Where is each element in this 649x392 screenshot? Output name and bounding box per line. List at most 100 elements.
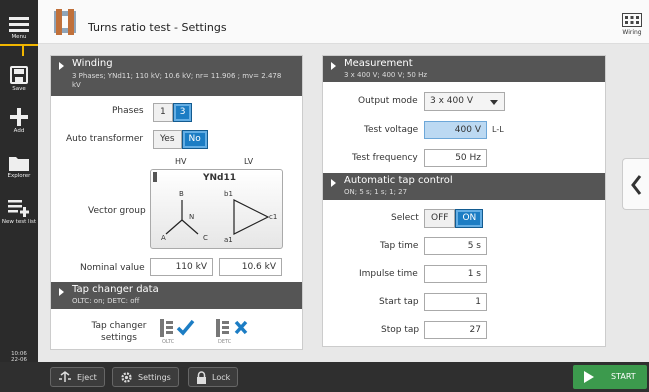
auto-no-option[interactable]: No <box>181 130 208 149</box>
nominal-lv-field[interactable]: 10.6 kV <box>219 258 282 276</box>
diagram-label-a1: a1 <box>224 236 233 244</box>
add-button[interactable]: Add <box>0 108 38 134</box>
settings-label: Settings <box>138 372 171 382</box>
tap-time-label: Tap time <box>380 241 419 251</box>
stop-tap-field[interactable]: 27 <box>424 321 487 339</box>
eject-icon <box>59 371 71 382</box>
vector-group-diagram[interactable]: YNd11 B N A C b1 c1 a1 <box>150 169 283 249</box>
impulse-time-field[interactable]: 1 s <box>424 265 487 283</box>
atc-off-option[interactable]: OFF <box>424 209 456 228</box>
auto-transformer-label: Auto transformer <box>66 134 144 144</box>
test-voltage-label: Test voltage <box>364 125 419 135</box>
transformer-icon <box>54 9 76 35</box>
output-mode-select[interactable]: 3 x 400 V <box>424 92 505 111</box>
test-frequency-label: Test frequency <box>352 153 418 163</box>
detc-button[interactable]: DETC <box>214 317 254 347</box>
tap-changer-subtitle: OLTC: on; DETC: off <box>72 297 140 305</box>
save-label: Save <box>12 86 26 92</box>
wiring-icon <box>622 13 642 27</box>
save-icon <box>10 66 28 84</box>
start-tap-label: Start tap <box>379 297 419 307</box>
atc-header[interactable]: Automatic tap control ON; 5 s; 1 s; 1; 2… <box>323 173 605 200</box>
sidebar: Menu Save Add Explorer New test list 10:… <box>0 0 38 369</box>
tap-changer-settings-label: Tap changer settings <box>91 321 147 343</box>
atc-select-toggle: OFF ON <box>424 209 484 228</box>
oltc-checked-icon <box>160 319 195 337</box>
diagram-label-c: C <box>203 234 208 242</box>
tap-time-field[interactable]: 5 s <box>424 237 487 255</box>
chevron-right-icon <box>59 62 64 70</box>
oltc-label: OLTC <box>162 339 175 345</box>
eject-button[interactable]: Eject <box>50 367 105 387</box>
measurement-subtitle: 3 x 400 V; 400 V; 50 Hz <box>344 71 428 79</box>
diagram-label-n: N <box>189 213 195 221</box>
accent-line <box>0 44 38 46</box>
save-button[interactable]: Save <box>0 66 38 92</box>
phases-label: Phases <box>112 106 144 116</box>
diagram-label-c1: c1 <box>269 213 278 221</box>
atc-subtitle: ON; 5 s; 1 s; 1; 27 <box>344 188 408 196</box>
chevron-right-icon <box>331 179 336 187</box>
menu-label: Menu <box>11 34 27 40</box>
eject-label: Eject <box>77 372 97 382</box>
menu-button[interactable]: Menu <box>0 16 38 40</box>
phases-toggle: 1 3 <box>153 103 193 122</box>
add-label: Add <box>13 128 25 134</box>
chevron-right-icon <box>59 288 64 296</box>
wiring-button[interactable]: Wiring <box>618 13 646 36</box>
start-button[interactable]: START <box>573 365 647 389</box>
atc-title: Automatic tap control <box>344 175 453 186</box>
stop-tap-label: Stop tap <box>381 325 420 335</box>
test-voltage-field[interactable]: 400 V <box>424 121 487 139</box>
output-mode-value: 3 x 400 V <box>430 96 473 106</box>
phases-option-3[interactable]: 3 <box>172 103 193 122</box>
new-test-list-button[interactable]: New test list <box>0 199 38 225</box>
measurement-header[interactable]: Measurement 3 x 400 V; 400 V; 50 Hz <box>323 56 605 82</box>
atc-on-option[interactable]: ON <box>455 209 484 228</box>
menu-icon <box>9 17 29 32</box>
bottom-bar: Eject Settings Lock <box>0 362 649 392</box>
auto-yes-option[interactable]: Yes <box>153 130 182 149</box>
lock-icon <box>197 370 206 384</box>
impulse-time-label: Impulse time <box>359 269 418 279</box>
header-bar: Turns ratio test - Settings Wiring <box>38 0 649 44</box>
tap-changer-title: Tap changer data <box>72 284 159 295</box>
side-panel-toggle[interactable] <box>622 158 649 210</box>
output-mode-label: Output mode <box>358 96 418 106</box>
oltc-button[interactable]: OLTC <box>158 317 198 347</box>
folder-icon <box>9 157 29 171</box>
settings-button[interactable]: Settings <box>112 367 179 387</box>
wiring-label: Wiring <box>622 29 642 36</box>
gear-icon <box>121 371 132 383</box>
explorer-button[interactable]: Explorer <box>0 155 38 179</box>
hv-label: HV <box>175 157 187 166</box>
vector-group-value: YNd11 <box>203 173 237 183</box>
accent-line-vertical <box>22 46 24 56</box>
lv-label: LV <box>244 157 254 166</box>
nominal-value-label: Nominal value <box>80 263 145 273</box>
diagram-label-b: B <box>179 190 184 198</box>
nominal-hv-field[interactable]: 110 kV <box>150 258 213 276</box>
vector-group-label: Vector group <box>88 206 146 216</box>
chevron-down-icon <box>490 100 498 105</box>
play-icon <box>584 371 594 383</box>
diagram-label-a: A <box>161 234 166 242</box>
atc-select-label: Select <box>391 213 419 223</box>
start-tap-field[interactable]: 1 <box>424 293 487 311</box>
new-test-list-label: New test list <box>1 219 37 225</box>
auto-transformer-toggle: Yes No <box>153 130 208 149</box>
measurement-title: Measurement <box>344 58 413 69</box>
winding-subtitle: 3 Phases; YNd11; 110 kV; 10.6 kV; nr= 11… <box>72 72 282 89</box>
chevron-right-icon <box>331 62 336 70</box>
diagram-label-b1: b1 <box>224 190 233 198</box>
lock-label: Lock <box>212 372 231 382</box>
test-frequency-field[interactable]: 50 Hz <box>424 149 487 167</box>
phases-option-1[interactable]: 1 <box>153 103 173 122</box>
detc-unchecked-icon <box>216 319 248 337</box>
detc-label: DETC <box>218 339 232 345</box>
tap-changer-header[interactable]: Tap changer data OLTC: on; DETC: off <box>51 282 302 309</box>
lock-button[interactable]: Lock <box>188 367 239 387</box>
winding-header[interactable]: Winding 3 Phases; YNd11; 110 kV; 10.6 kV… <box>51 56 302 96</box>
test-voltage-unit: L-L <box>492 125 504 134</box>
new-list-icon <box>8 200 29 217</box>
